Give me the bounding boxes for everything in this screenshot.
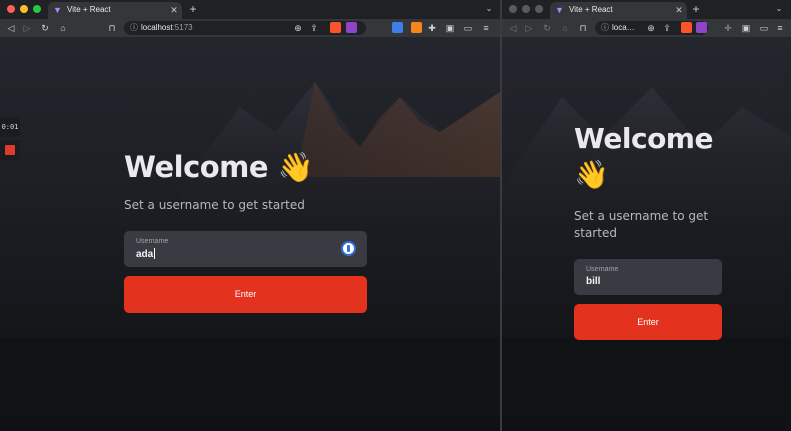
tab-close-icon[interactable]: ✕ xyxy=(674,4,684,16)
tab-list-chevron-icon[interactable]: ⌄ xyxy=(774,3,784,15)
minimize-window-button[interactable] xyxy=(20,5,28,13)
screen: ▼ Vite + React ✕ + ⌄ ◁ ▷ ↻ ⌂ ⊓ ⓘ localho… xyxy=(0,0,791,431)
brave-shields-icon[interactable] xyxy=(330,22,341,33)
address-bar[interactable]: ⓘ localhost:5173 ⊕ ⇪ xyxy=(124,21,366,35)
browser-toolbar: ◁ ▷ ↻ ⌂ ⊓ ⓘ loca… ⊕ ⇪ ✚ ▣ ▭ ≡ xyxy=(502,19,791,37)
brave-rewards-icon[interactable] xyxy=(696,22,707,33)
tab-title: Vite + React xyxy=(67,5,111,14)
extensions-puzzle-icon[interactable]: ✚ xyxy=(722,21,734,35)
waving-hand-emoji: 👋 xyxy=(277,150,314,184)
forward-icon[interactable]: ▷ xyxy=(523,21,535,35)
right-browser-window: ▼ Vite + React ✕ + ⌄ ◁ ▷ ↻ ⌂ ⊓ ⓘ loca… ⊕… xyxy=(502,0,791,431)
browser-tab[interactable]: ▼ Vite + React ✕ xyxy=(550,2,687,19)
wallet-icon[interactable]: ▭ xyxy=(462,21,474,35)
extensions-puzzle-icon[interactable]: ✚ xyxy=(426,21,438,35)
minimize-window-button[interactable] xyxy=(522,5,530,13)
page-subtitle-line-2: started xyxy=(574,226,617,240)
sidebar-icon[interactable]: ▣ xyxy=(444,21,456,35)
share-icon[interactable]: ⇪ xyxy=(661,21,673,35)
welcome-heading-text: Welcome xyxy=(124,150,269,184)
reload-icon[interactable]: ↻ xyxy=(541,21,553,35)
zoom-window-button[interactable] xyxy=(33,5,41,13)
recording-timer: 0:01 xyxy=(0,117,20,137)
stop-icon xyxy=(5,145,15,155)
browser-toolbar: ◁ ▷ ↻ ⌂ ⊓ ⓘ localhost:5173 ⊕ ⇪ ✚ ▣ ▭ ≡ xyxy=(0,19,500,37)
enter-button[interactable]: Enter xyxy=(574,304,722,340)
page-viewport: Welcome 👋 Set a username to get started … xyxy=(0,37,500,431)
tab-list-chevron-icon[interactable]: ⌄ xyxy=(484,3,494,15)
vite-icon: ▼ xyxy=(53,5,62,15)
vite-icon: ▼ xyxy=(555,5,564,15)
address-bar[interactable]: ⓘ loca… ⊕ ⇪ xyxy=(595,21,708,35)
reload-icon[interactable]: ↻ xyxy=(39,21,51,35)
page-subtitle-line-1: Set a username to get xyxy=(574,209,709,223)
forward-icon[interactable]: ▷ xyxy=(21,21,33,35)
browser-tab[interactable]: ▼ Vite + React ✕ xyxy=(48,2,182,19)
home-icon[interactable]: ⌂ xyxy=(57,21,69,35)
address-host: localhost xyxy=(141,23,173,32)
zoom-icon[interactable]: ⊕ xyxy=(292,21,304,35)
home-icon[interactable]: ⌂ xyxy=(559,21,571,35)
translate-extension-icon[interactable] xyxy=(392,22,403,33)
metamask-extension-icon[interactable] xyxy=(411,22,422,33)
tab-title: Vite + React xyxy=(569,5,613,14)
menu-icon[interactable]: ≡ xyxy=(774,21,786,35)
tab-close-icon[interactable]: ✕ xyxy=(169,4,179,16)
bookmark-icon[interactable]: ⊓ xyxy=(106,21,118,35)
username-field[interactable]: Username bill xyxy=(574,259,722,295)
back-icon[interactable]: ◁ xyxy=(507,21,519,35)
waving-hand-emoji: 👋 xyxy=(574,158,609,191)
page-viewport: Welcome 👋 Set a username to get started … xyxy=(502,37,791,431)
address-text: localhost:5173 xyxy=(141,23,193,33)
welcome-heading: Welcome 👋 xyxy=(124,149,314,185)
welcome-heading: Welcome 👋 xyxy=(574,121,724,193)
site-info-icon[interactable]: ⓘ xyxy=(129,23,139,33)
back-icon[interactable]: ◁ xyxy=(5,21,17,35)
username-field[interactable]: Username ada xyxy=(124,231,367,267)
wallet-icon[interactable]: ▭ xyxy=(758,21,770,35)
enter-button[interactable]: Enter xyxy=(124,276,367,313)
menu-icon[interactable]: ≡ xyxy=(480,21,492,35)
site-info-icon[interactable]: ⓘ xyxy=(600,23,610,33)
username-label: Username xyxy=(586,266,619,273)
username-value-wrapper: ada xyxy=(136,248,156,261)
password-manager-icon[interactable] xyxy=(341,241,356,256)
new-tab-plus-icon[interactable]: + xyxy=(690,2,702,16)
username-input-value: bill xyxy=(586,276,601,287)
tab-bar: ▼ Vite + React ✕ + ⌄ xyxy=(0,0,500,19)
zoom-window-button[interactable] xyxy=(535,5,543,13)
close-window-button[interactable] xyxy=(7,5,15,13)
username-input-value: ada xyxy=(136,249,154,260)
text-caret xyxy=(154,248,156,259)
brave-shields-icon[interactable] xyxy=(681,22,692,33)
zoom-icon[interactable]: ⊕ xyxy=(645,21,657,35)
username-label: Username xyxy=(136,238,169,245)
bookmark-icon[interactable]: ⊓ xyxy=(577,21,589,35)
address-host: loca… xyxy=(612,23,635,32)
brave-rewards-icon[interactable] xyxy=(346,22,357,33)
welcome-heading-text: Welcome xyxy=(574,122,713,155)
page-subtitle: Set a username to get started xyxy=(574,208,724,242)
sidebar-icon[interactable]: ▣ xyxy=(740,21,752,35)
recording-stop-button[interactable] xyxy=(0,140,20,160)
tab-bar: ▼ Vite + React ✕ + ⌄ xyxy=(502,0,791,19)
address-text: loca… xyxy=(612,23,635,33)
close-window-button[interactable] xyxy=(509,5,517,13)
share-icon[interactable]: ⇪ xyxy=(308,21,320,35)
left-browser-window: ▼ Vite + React ✕ + ⌄ ◁ ▷ ↻ ⌂ ⊓ ⓘ localho… xyxy=(0,0,500,431)
address-port: :5173 xyxy=(172,23,193,32)
new-tab-plus-icon[interactable]: + xyxy=(187,2,199,16)
page-subtitle: Set a username to get started xyxy=(124,198,305,212)
